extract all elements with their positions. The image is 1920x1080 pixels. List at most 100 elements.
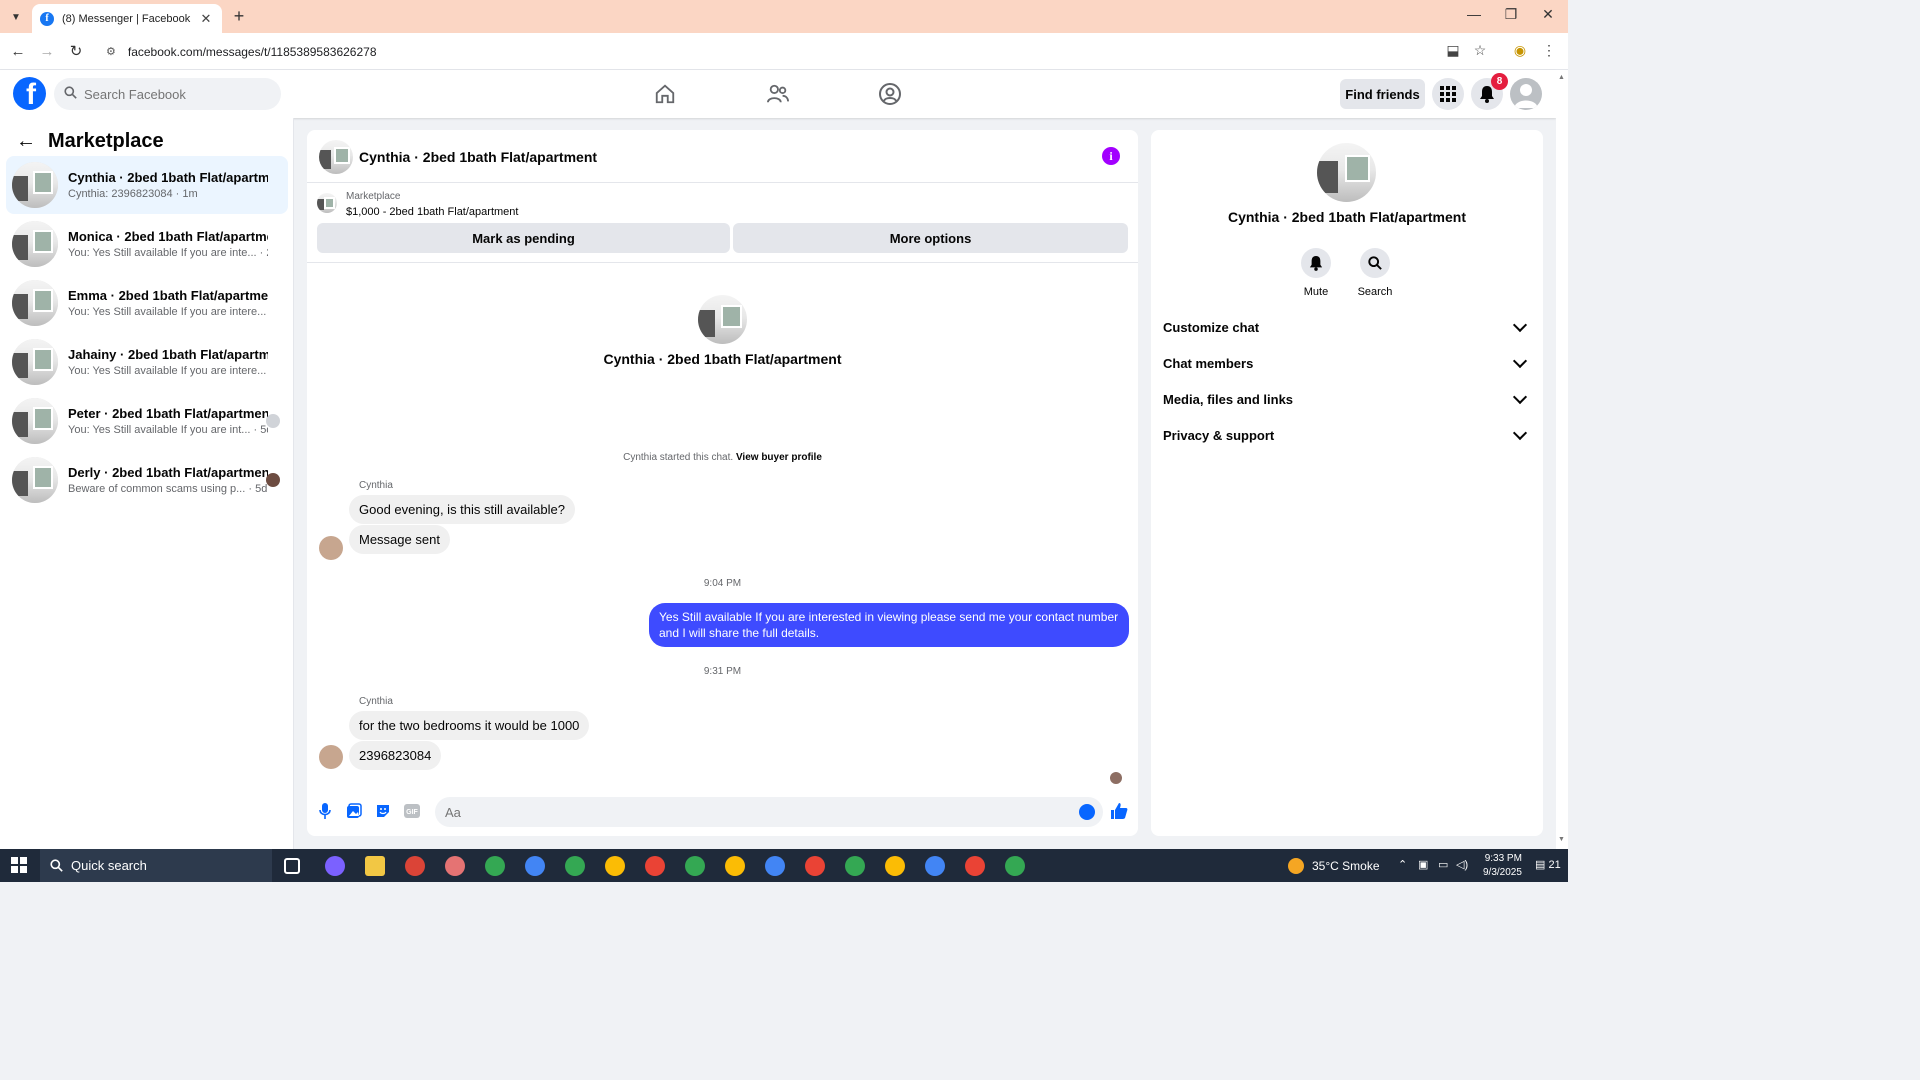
- groups-icon[interactable]: [875, 80, 905, 108]
- install-app-icon[interactable]: ⬓: [1443, 42, 1463, 59]
- conversation-item[interactable]: Derly · 2bed 1bath Flat/apartment Beware…: [6, 451, 288, 509]
- menu-grid-icon[interactable]: [1432, 78, 1464, 110]
- chrome-profile-icon[interactable]: [925, 856, 945, 876]
- chrome-profile-icon[interactable]: [845, 856, 865, 876]
- incoming-message-bubble[interactable]: for the two bedrooms it would be 1000: [349, 711, 590, 740]
- friends-icon[interactable]: [763, 80, 793, 108]
- windows-start-icon[interactable]: [11, 857, 27, 873]
- chrome-profile-icon[interactable]: [685, 856, 705, 876]
- chrome-profile-icon[interactable]: [605, 856, 625, 876]
- facebook-logo-icon[interactable]: f: [13, 77, 46, 110]
- back-button[interactable]: ←: [7, 41, 29, 63]
- site-info-icon[interactable]: ⚙: [106, 45, 116, 58]
- chat-header-thumbnail[interactable]: [319, 140, 353, 174]
- chrome-profile-icon[interactable]: [885, 856, 905, 876]
- conversation-item[interactable]: Monica · 2bed 1bath Flat/apartment You: …: [6, 215, 288, 273]
- seen-receipt-avatar: [1110, 772, 1122, 784]
- conversation-item[interactable]: Jahainy · 2bed 1bath Flat/apartment You:…: [6, 333, 288, 391]
- chrome-profile-icon[interactable]: [805, 856, 825, 876]
- view-buyer-profile-link[interactable]: View buyer profile: [736, 452, 822, 463]
- microphone-icon[interactable]: [316, 802, 334, 820]
- message-input[interactable]: [445, 804, 1045, 820]
- sender-avatar[interactable]: [319, 536, 343, 560]
- conversation-info-icon[interactable]: i: [1102, 147, 1120, 165]
- browser-tab-active[interactable]: f (8) Messenger | Facebook ✕: [32, 4, 222, 33]
- privacy-support-section[interactable]: Privacy & support: [1163, 420, 1531, 450]
- outgoing-message-bubble[interactable]: Yes Still available If you are intereste…: [649, 603, 1129, 648]
- reload-button[interactable]: ↻: [65, 41, 87, 63]
- chrome-profile-icon[interactable]: [525, 856, 545, 876]
- more-options-button[interactable]: More options: [733, 223, 1128, 253]
- message-timestamp: 9:31 PM: [703, 666, 742, 677]
- chrome-profile-icon[interactable]: [765, 856, 785, 876]
- browser-menu-icon[interactable]: ⋮: [1539, 42, 1559, 59]
- sticker-icon[interactable]: [374, 802, 392, 820]
- taskbar-search[interactable]: Quick search: [40, 849, 272, 882]
- seen-user-avatar-icon: [266, 473, 280, 487]
- task-view-icon[interactable]: [284, 858, 300, 874]
- listing-thumbnail[interactable]: [317, 193, 337, 213]
- account-avatar[interactable]: [1510, 78, 1542, 110]
- chrome-profile-icon[interactable]: [1005, 856, 1025, 876]
- tab-search-dropdown[interactable]: ▼: [6, 7, 26, 27]
- profile-icon[interactable]: ◉: [1510, 42, 1530, 59]
- emoji-icon[interactable]: [1079, 804, 1095, 820]
- address-bar[interactable]: ⚙ facebook.com/messages/t/11853895836262…: [98, 38, 1498, 65]
- listing-thumbnail: [12, 221, 58, 267]
- volume-icon[interactable]: ◁): [1456, 858, 1468, 871]
- notification-center-icon[interactable]: ▤ 21: [1535, 858, 1561, 871]
- new-tab-button[interactable]: +: [228, 6, 250, 28]
- chrome-icon[interactable]: [485, 856, 505, 876]
- chat-title[interactable]: Cynthia · 2bed 1bath Flat/apartment: [359, 149, 597, 165]
- network-icon[interactable]: ▭: [1438, 858, 1448, 871]
- tray-app-icon[interactable]: ▣: [1418, 858, 1428, 871]
- chrome-gmail-icon[interactable]: [405, 856, 425, 876]
- chrome-profile-icon[interactable]: [645, 856, 665, 876]
- chrome-profile-icon[interactable]: [725, 856, 745, 876]
- marketplace-conversations-panel: ← Marketplace Cynthia · 2bed 1bath Flat/…: [0, 118, 294, 849]
- chrome-profile-icon[interactable]: [565, 856, 585, 876]
- media-files-links-section[interactable]: Media, files and links: [1163, 384, 1531, 414]
- mute-button[interactable]: Mute: [1286, 248, 1346, 298]
- close-window-button[interactable]: ✕: [1530, 6, 1566, 23]
- search-input[interactable]: [84, 86, 264, 102]
- tab-close-icon[interactable]: ✕: [198, 11, 214, 27]
- forward-button[interactable]: →: [36, 41, 58, 63]
- scroll-up-arrow-icon[interactable]: ▲: [1558, 74, 1565, 81]
- minimize-window-button[interactable]: —: [1456, 6, 1492, 22]
- message-input-box[interactable]: [435, 797, 1103, 827]
- sender-avatar[interactable]: [319, 745, 343, 769]
- conversation-item[interactable]: Emma · 2bed 1bath Flat/apartment You: Ye…: [6, 274, 288, 332]
- scroll-down-arrow-icon[interactable]: ▼: [1558, 836, 1565, 843]
- app-icon[interactable]: [445, 856, 465, 876]
- restore-window-button[interactable]: ❐: [1493, 6, 1529, 23]
- conversation-name: Monica · 2bed 1bath Flat/apartment: [68, 229, 268, 244]
- listing-price-title[interactable]: $1,000 - 2bed 1bath Flat/apartment: [346, 206, 518, 218]
- find-friends-button[interactable]: Find friends: [1340, 79, 1425, 109]
- chrome-active-icon[interactable]: [965, 856, 985, 876]
- photo-attach-icon[interactable]: [345, 802, 363, 820]
- conversation-name: Derly · 2bed 1bath Flat/apartment: [68, 465, 268, 480]
- copilot-icon[interactable]: [325, 856, 345, 876]
- facebook-search[interactable]: [54, 78, 281, 110]
- file-explorer-icon[interactable]: [365, 856, 385, 876]
- conversation-item[interactable]: Peter · 2bed 1bath Flat/apartment You: Y…: [6, 392, 288, 450]
- back-arrow-icon[interactable]: ←: [16, 130, 36, 153]
- incoming-message-bubble[interactable]: Message sent: [349, 525, 450, 554]
- incoming-message-bubble[interactable]: 2396823084: [349, 741, 442, 770]
- customize-chat-section[interactable]: Customize chat: [1163, 312, 1531, 342]
- tray-chevron-up-icon[interactable]: ⌃: [1398, 858, 1407, 871]
- chat-members-section[interactable]: Chat members: [1163, 348, 1531, 378]
- page-scrollbar[interactable]: ▲ ▼: [1556, 70, 1568, 849]
- bookmark-star-icon[interactable]: ☆: [1470, 42, 1490, 59]
- thumbs-up-icon[interactable]: [1110, 802, 1128, 820]
- home-icon[interactable]: [650, 80, 680, 108]
- conversation-item[interactable]: Cynthia · 2bed 1bath Flat/apartment Cynt…: [6, 156, 288, 214]
- mark-as-pending-button[interactable]: Mark as pending: [317, 223, 730, 253]
- incoming-message-bubble[interactable]: Good evening, is this still available?: [349, 495, 575, 524]
- gif-icon[interactable]: GIF: [403, 802, 421, 820]
- conversation-name: Jahainy · 2bed 1bath Flat/apartment: [68, 347, 268, 362]
- taskbar-clock[interactable]: 9:33 PM 9/3/2025: [1483, 852, 1522, 880]
- weather-widget[interactable]: 35°C Smoke: [1288, 858, 1380, 874]
- search-in-chat-button[interactable]: Search: [1345, 248, 1405, 298]
